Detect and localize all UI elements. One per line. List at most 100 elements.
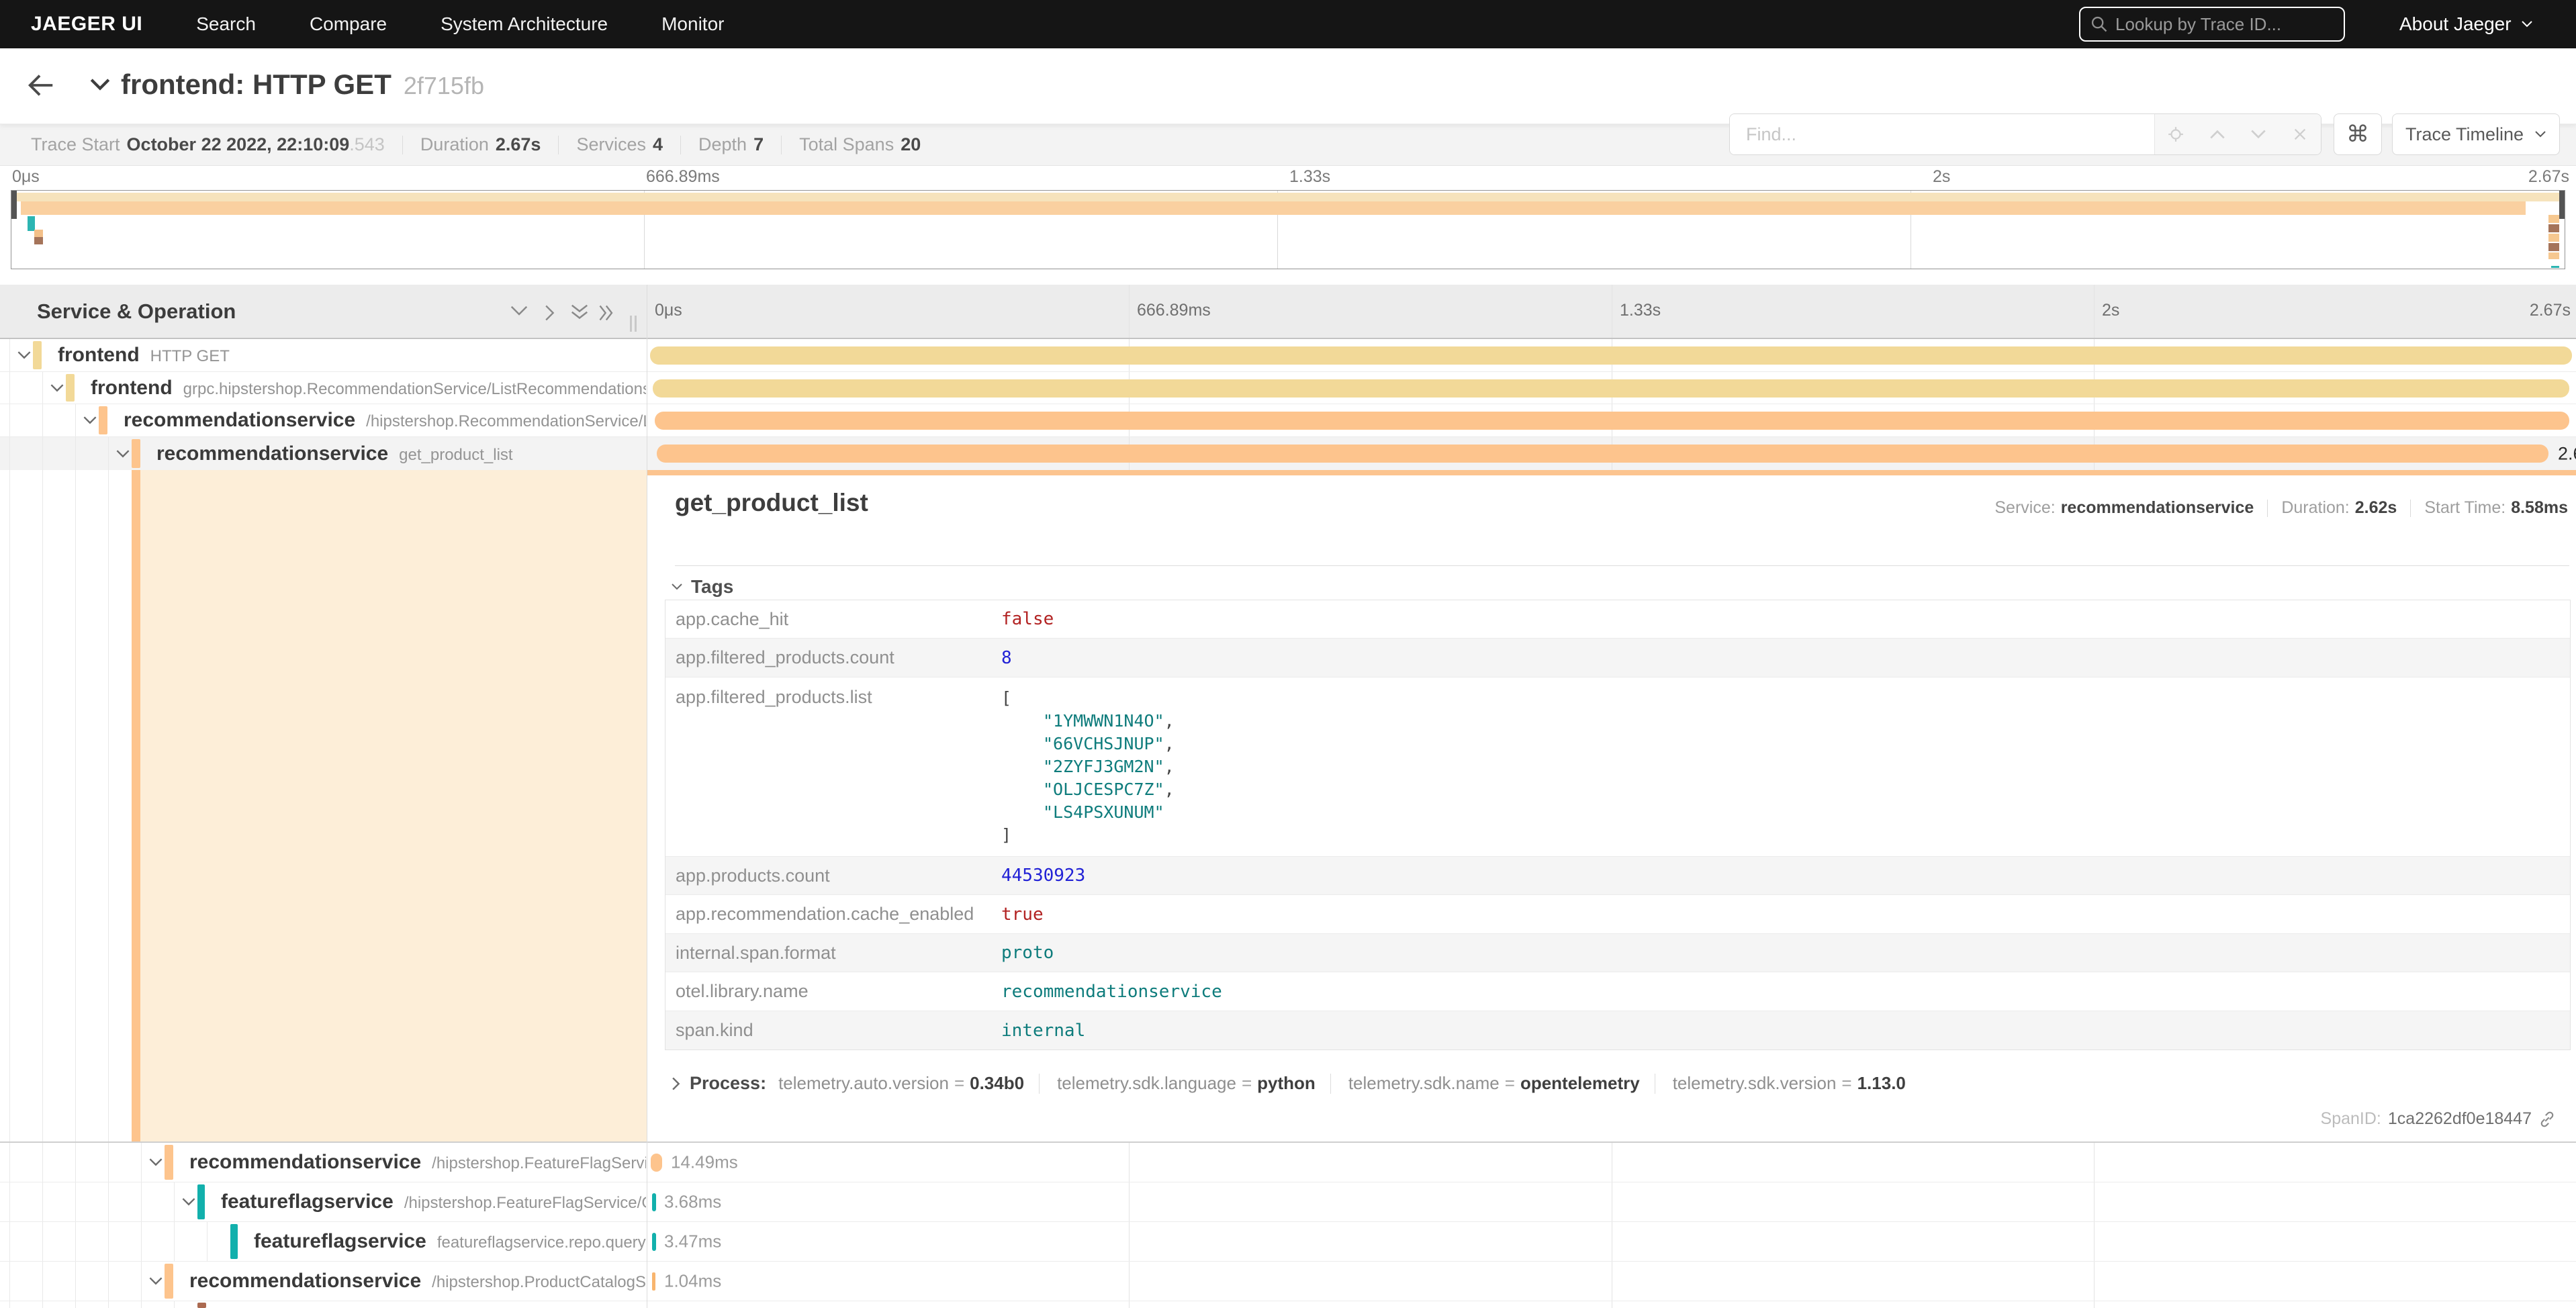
span-duration-label: 3.68ms: [664, 1192, 721, 1213]
trace-title-text: frontend: HTTP GET: [121, 68, 392, 100]
collapse-chevron-icon[interactable]: [17, 351, 32, 360]
span-row[interactable]: featureflagservice/hipstershop.FeatureFl…: [0, 1182, 2576, 1222]
span-duration-bar[interactable]: [657, 445, 2548, 463]
service-color-bar: [230, 1224, 238, 1259]
tag-key: app.filtered_products.list: [665, 678, 1001, 856]
process-key: telemetry.sdk.name: [1348, 1073, 1500, 1094]
indent-guide: [174, 1301, 175, 1308]
service-label: Service:: [1994, 498, 2055, 518]
about-jaeger-menu[interactable]: About Jaeger: [2399, 0, 2533, 48]
minimap-span-bar: [34, 230, 43, 244]
gridline: [2094, 285, 2095, 338]
duration-value: 2.62s: [2355, 498, 2397, 518]
span-duration-bar[interactable]: [652, 1272, 655, 1291]
list-item: "LS4PSXUNUM": [1001, 801, 1175, 824]
span-duration-bar[interactable]: [652, 1193, 656, 1211]
collapse-chevron-icon[interactable]: [181, 1197, 196, 1207]
collapse-chevron-icon[interactable]: [148, 1158, 163, 1167]
detail-stats: Service: recommendationservice Duration:…: [1994, 498, 2568, 518]
collapse-chevron-icon[interactable]: [50, 383, 64, 393]
tags-section-toggle[interactable]: Tags: [671, 576, 733, 598]
nav-monitor[interactable]: Monitor: [661, 13, 724, 35]
expand-all-double-chevron-right-icon[interactable]: [598, 303, 618, 321]
find-input[interactable]: [1730, 114, 2154, 154]
find-clear-x-icon[interactable]: [2289, 123, 2311, 146]
focus-target-icon[interactable]: [2164, 123, 2187, 146]
span-row[interactable]: recommendationservice/hipstershop.Recomm…: [0, 404, 2576, 437]
find-prev-chevron-up-icon[interactable]: [2206, 123, 2229, 146]
nav-compare[interactable]: Compare: [310, 13, 387, 35]
keyboard-shortcuts-button[interactable]: ⌘: [2334, 113, 2382, 155]
timeline-header-row: Service & Operation 0μs 666.89ms 1.33s 2…: [0, 285, 2576, 339]
collapse-trace-chevron-icon[interactable]: [89, 77, 111, 94]
indent-guide: [141, 1182, 142, 1221]
copy-link-icon[interactable]: [2538, 1111, 2556, 1128]
service-color-bar: [165, 1264, 173, 1299]
service-operation-header: Service & Operation: [37, 299, 236, 324]
indent-guide: [141, 1301, 142, 1308]
indent-guide: [108, 1182, 109, 1221]
collapse-chevron-icon[interactable]: [148, 1276, 163, 1286]
list-open-bracket: [: [1001, 687, 1175, 710]
service-name: recommendationservice: [189, 1270, 421, 1292]
operation-name: /hipstershop.FeatureFlagService…: [432, 1154, 646, 1172]
span-row[interactable]: recommendationservice/hipstershop.Featur…: [0, 1143, 2576, 1182]
span-row[interactable]: frontendgrpc.hipstershop.RecommendationS…: [0, 372, 2576, 404]
minimap-span-bar: [15, 193, 2562, 201]
span-label: recommendationservice/hipstershop.Produc…: [189, 1270, 646, 1293]
about-jaeger-label: About Jaeger: [2399, 13, 2512, 35]
minimap-right-drag-handle[interactable]: [2559, 191, 2565, 219]
span-row[interactable]: recommendationservice/hipstershop.Produc…: [0, 1262, 2576, 1301]
list-item: "2ZYFJ3GM2N",: [1001, 755, 1175, 778]
tag-value: false: [1001, 600, 2570, 638]
nav-system-architecture[interactable]: System Architecture: [441, 13, 608, 35]
process-key: telemetry.auto.version: [778, 1073, 949, 1094]
indent-guide: [108, 1143, 109, 1182]
span-duration-bar[interactable]: [650, 346, 2572, 365]
tag-value: recommendationservice: [1001, 972, 2570, 1011]
jaeger-logo[interactable]: JAEGER UI: [31, 13, 142, 36]
back-arrow-button[interactable]: [26, 70, 59, 103]
span-duration-bar[interactable]: [655, 412, 2569, 430]
span-duration-bar[interactable]: [651, 1154, 662, 1172]
collapse-all-double-chevron-down-icon[interactable]: [569, 303, 590, 321]
span-row-selected[interactable]: recommendationserviceget_product_list 2.…: [0, 437, 2576, 470]
span-timeline-cell: [647, 1301, 2576, 1308]
operation-name: /hipstershop.RecommendationService/Lis…: [366, 412, 646, 430]
gridline: [1129, 285, 1130, 338]
minimap-left-drag-handle[interactable]: [11, 191, 17, 219]
span-row[interactable]: frontendHTTP GET: [0, 339, 2576, 372]
depth-value: 7: [753, 134, 764, 155]
span-duration-label: 1.04ms: [664, 1271, 721, 1292]
collapse-one-chevron-down-icon[interactable]: [509, 303, 529, 321]
indent-guide: [42, 1143, 43, 1182]
find-controls: [2154, 114, 2321, 154]
chevron-down-icon: [2534, 130, 2546, 138]
trace-minimap[interactable]: [11, 190, 2565, 269]
service-color-bar: [165, 1145, 173, 1180]
span-row[interactable]: featureflagservicefeatureflagservice.rep…: [0, 1222, 2576, 1262]
span-duration-bar[interactable]: [652, 1233, 656, 1251]
span-row-partial[interactable]: [0, 1301, 2576, 1308]
trace-id-lookup[interactable]: [2079, 7, 2345, 42]
tick-label: 2.67s: [2530, 301, 2571, 320]
span-detail-row: get_product_list Service: recommendation…: [0, 470, 2576, 1143]
trace-view-selector[interactable]: Trace Timeline: [2392, 113, 2560, 155]
indent-guide: [75, 404, 76, 436]
indent-guide: [141, 1143, 142, 1182]
nav-search[interactable]: Search: [196, 13, 256, 35]
span-duration-bar[interactable]: [653, 379, 2569, 398]
trace-id-lookup-input[interactable]: [2115, 14, 2330, 35]
total-spans-value: 20: [901, 134, 921, 155]
tag-row: app.filtered_products.count 8: [665, 639, 2570, 678]
tick-label: 666.89ms: [646, 167, 720, 187]
span-name-cell: [0, 1301, 646, 1308]
column-grip-handle[interactable]: [630, 316, 639, 332]
collapse-chevron-icon[interactable]: [83, 416, 97, 425]
expand-one-chevron-right-icon[interactable]: [543, 303, 563, 321]
collapse-chevron-icon[interactable]: [116, 449, 130, 459]
indent-guide: [141, 1262, 142, 1301]
operation-name: HTTP GET: [150, 347, 230, 365]
find-next-chevron-down-icon[interactable]: [2247, 123, 2270, 146]
process-section-toggle[interactable]: Process: telemetry.auto.version = 0.34b0…: [671, 1073, 1906, 1094]
